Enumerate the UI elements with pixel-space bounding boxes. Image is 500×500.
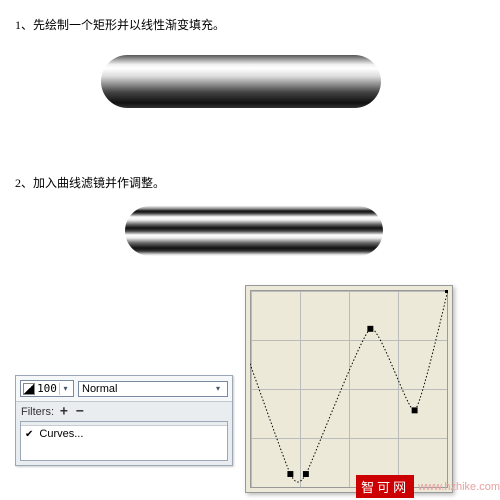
add-filter-button[interactable]: + <box>58 404 70 419</box>
filters-header-row: Filters: + − <box>16 402 232 421</box>
step-1-text: 1、先绘制一个矩形并以线性渐变填充。 <box>15 16 225 33</box>
opacity-dropdown-icon[interactable]: ▾ <box>59 383 71 395</box>
curves-plot <box>250 290 448 488</box>
opacity-value[interactable]: 100 <box>35 382 59 395</box>
gradient-tube-1 <box>101 55 381 108</box>
transparency-swatch-icon <box>23 383 35 395</box>
remove-filter-button[interactable]: − <box>74 404 86 419</box>
layer-properties-panel: 100 ▾ Normal ▾ Filters: + − ✔ Curves... <box>15 375 233 466</box>
filters-label: Filters: <box>21 406 54 418</box>
step-2-text: 2、加入曲线滤镜并作调整。 <box>15 174 165 191</box>
watermark: 智可网 www.hzhike.com <box>356 475 500 498</box>
blend-mode-select[interactable]: Normal ▾ <box>78 381 228 397</box>
filters-list: ✔ Curves... <box>20 421 228 461</box>
filter-item-label: Curves... <box>39 428 83 440</box>
filter-item-curves[interactable]: ✔ Curves... <box>21 426 227 442</box>
chevron-down-icon: ▾ <box>212 383 224 395</box>
panel-top-row: 100 ▾ Normal ▾ <box>16 376 232 402</box>
check-icon[interactable]: ✔ <box>25 429 33 440</box>
watermark-brand: 智可网 <box>356 475 414 498</box>
blend-mode-value: Normal <box>82 383 212 395</box>
watermark-url: www.hzhike.com <box>414 481 500 493</box>
curves-graph[interactable] <box>245 285 453 493</box>
opacity-field[interactable]: 100 ▾ <box>20 380 74 397</box>
gradient-tube-2 <box>125 206 383 256</box>
